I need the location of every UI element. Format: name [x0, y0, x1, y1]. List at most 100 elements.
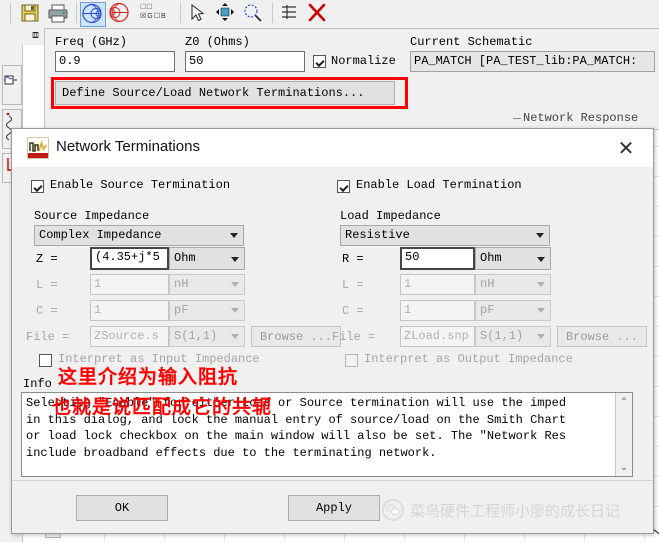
delete-red-x-icon[interactable]	[306, 2, 330, 25]
close-icon[interactable]: ✕	[611, 135, 641, 161]
enable-source-termination-label: Enable Source Termination	[50, 178, 231, 192]
freq-input[interactable]: 0.9	[55, 51, 175, 72]
load-r-input[interactable]: 50	[400, 247, 475, 270]
network-terminations-dialog: Network Terminations ✕ Enable Source Ter…	[11, 128, 654, 534]
gb-top-row: ☐☐	[140, 4, 153, 11]
chevron-down-icon	[537, 334, 545, 339]
load-browse-button[interactable]: Browse ...	[557, 326, 647, 347]
load-l-unit-select[interactable]: nH	[475, 274, 551, 295]
ok-button[interactable]: OK	[76, 495, 168, 521]
load-c-unit-select[interactable]: pF	[475, 300, 551, 321]
scroll-up-icon[interactable]: ⌃	[616, 394, 632, 410]
main-toolbar: ☐☐ ☒ G ☐ B	[0, 0, 659, 28]
save-icon[interactable]	[18, 2, 42, 25]
chevron-down-icon	[537, 257, 545, 262]
toolbar-separator	[272, 3, 273, 23]
chevron-down-icon	[231, 334, 239, 339]
g-checkbox-label: G	[147, 13, 153, 20]
gb-checkbox-group: ☐☐ ☒ G ☐ B	[140, 3, 174, 24]
source-c-unit-select[interactable]: pF	[169, 300, 245, 321]
interpret-as-output-impedance-checkbox[interactable]	[345, 354, 358, 367]
load-l-label: L =	[342, 278, 364, 292]
load-r-label: R =	[342, 252, 364, 266]
scroll-down-icon[interactable]: ⌄	[616, 459, 632, 475]
table-icon[interactable]	[278, 2, 302, 25]
dialog-title: Network Terminations	[56, 138, 200, 155]
b-checkbox[interactable]: ☐	[154, 12, 160, 21]
source-z-unit-value: Ohm	[174, 251, 196, 265]
normalize-checkbox[interactable]	[313, 55, 326, 68]
load-file-port-select[interactable]: S(1,1)	[475, 326, 551, 347]
select-arrow-icon[interactable]	[186, 2, 210, 25]
source-c-unit-value: pF	[174, 303, 189, 317]
dialog-body: Enable Source Termination Source Impedan…	[12, 167, 653, 533]
source-c-input[interactable]: 1	[90, 300, 169, 321]
enable-load-termination-label: Enable Load Termination	[356, 178, 522, 192]
source-file-port-value: S(1,1)	[174, 329, 218, 343]
source-l-unit-select[interactable]: nH	[169, 274, 245, 295]
gb-bottom-row[interactable]: ☒ G ☐ B	[140, 12, 174, 21]
chevron-down-icon	[231, 257, 239, 262]
smith-chart-blue-icon[interactable]	[80, 2, 106, 27]
chevron-down-icon	[231, 308, 239, 313]
source-file-input[interactable]: ZSource.s	[90, 326, 169, 347]
interpret-as-input-impedance-checkbox[interactable]	[39, 354, 52, 367]
source-z-input[interactable]: (4.35+j*5	[90, 247, 169, 270]
smith-chart-red-icon[interactable]	[108, 2, 132, 25]
load-l-input[interactable]: 1	[400, 274, 475, 295]
load-c-input[interactable]: 1	[400, 300, 475, 321]
load-r-unit-select[interactable]: Ohm	[475, 247, 551, 270]
wechat-icon	[382, 499, 404, 521]
chevron-down-icon	[537, 282, 545, 287]
source-impedance-type-select[interactable]: Complex Impedance	[34, 225, 244, 246]
load-c-label: C =	[342, 304, 364, 318]
chevron-down-icon	[537, 308, 545, 313]
load-impedance-type-select[interactable]: Resistive	[340, 225, 550, 246]
source-l-input[interactable]: 1	[90, 274, 169, 295]
info-scrollbar[interactable]: ⌃ ⌄	[615, 393, 632, 476]
g-checkbox[interactable]: ☒	[140, 12, 146, 21]
current-schematic-value: PA_MATCH [PA_TEST_lib:PA_MATCH:	[410, 51, 655, 72]
toolbar-separator	[76, 3, 77, 23]
load-file-input[interactable]: ZLoad.snp	[400, 326, 475, 347]
chevron-down-icon	[536, 233, 544, 238]
load-impedance-type-value: Resistive	[345, 228, 410, 242]
panel-float-icon[interactable]: ⧈	[32, 29, 39, 42]
b-checkbox-label: B	[161, 13, 166, 20]
normalize-label: Normalize	[331, 54, 396, 68]
chevron-down-icon	[231, 282, 239, 287]
source-l-unit-value: nH	[174, 277, 189, 291]
source-impedance-group-label: Source Impedance	[34, 209, 150, 223]
source-impedance-type-value: Complex Impedance	[39, 228, 162, 242]
dialog-title-bar[interactable]: Network Terminations ✕	[12, 129, 653, 167]
load-file-port-value: S(1,1)	[480, 329, 524, 343]
load-impedance-group-label: Load Impedance	[340, 209, 441, 223]
enable-source-termination-checkbox[interactable]	[31, 180, 44, 193]
load-l-unit-value: nH	[480, 277, 495, 291]
z0-input[interactable]: 50	[185, 51, 305, 72]
source-z-unit-select[interactable]: Ohm	[169, 247, 245, 270]
print-icon[interactable]	[46, 2, 70, 25]
freq-label: Freq (GHz)	[55, 35, 128, 49]
waveform-app-icon	[27, 137, 49, 159]
info-group-label: Info	[23, 377, 52, 391]
load-file-label: File =	[332, 330, 376, 344]
watermark: 菜鸟硬件工程师小廖的成长日记	[382, 499, 620, 521]
source-file-label: File =	[26, 330, 70, 344]
zoom-region-icon[interactable]	[242, 2, 266, 25]
source-file-port-select[interactable]: S(1,1)	[169, 326, 245, 347]
z0-label: Z0 (Ohms)	[185, 35, 250, 49]
toolbar-separator	[10, 3, 11, 23]
source-c-label: C =	[36, 304, 58, 318]
toolbar-separator	[180, 3, 181, 23]
source-browse-button[interactable]: Browse ...	[251, 326, 341, 347]
current-schematic-label: Current Schematic	[410, 35, 533, 49]
network-response-groupline	[513, 118, 521, 119]
source-l-label: L =	[36, 278, 58, 292]
move-icon[interactable]	[214, 2, 238, 25]
chevron-down-icon	[230, 233, 238, 238]
apply-button[interactable]: Apply	[288, 495, 380, 521]
dock-button-schematic[interactable]	[2, 65, 22, 105]
enable-load-termination-checkbox[interactable]	[337, 180, 350, 193]
load-r-unit-value: Ohm	[480, 251, 502, 265]
